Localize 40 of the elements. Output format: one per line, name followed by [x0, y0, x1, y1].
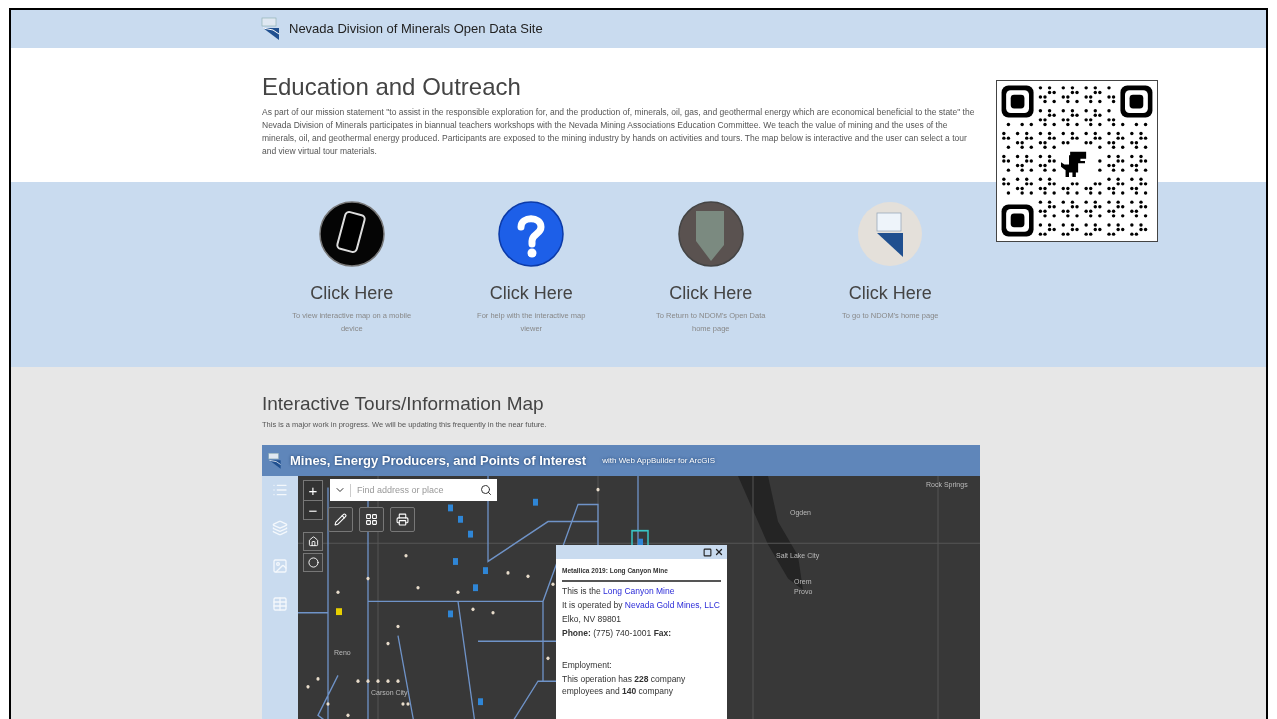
popup-link[interactable]: Nevada Gold Mines, LLC [624, 600, 720, 611]
home-button[interactable] [303, 532, 323, 552]
intro-paragraph: As part of our mission statement "to assist in the responsible exploration for, and the production of, minerals, oil, gas, and geothermal energy which are economical beneficial to the state" the Nevada Division of Minerals participates in biannual teachers workshops with the Nevada Mining Associations Education Committee. We teach the value of mining and the uses of the minerals, oil, and geothermal energy produced. Participants are exposed to the mining industry by hands on activities and tours. The map below is interactive and the user can select a tour and view virtual tour materials. [262, 106, 976, 158]
popup-text: This is the Long Canyon Mine [562, 585, 676, 598]
map-app-title: Mines, Energy Producers, and Points of Interest [290, 452, 587, 470]
section-heading: Education and Outreach [262, 72, 522, 102]
zoom-out-button[interactable]: − [304, 500, 322, 520]
print-button[interactable] [390, 507, 415, 533]
maximize-icon[interactable] [703, 547, 712, 557]
popup-text: Elko, NV 89801 [562, 613, 623, 626]
measure-tool-button[interactable] [328, 507, 353, 533]
click-here-link[interactable]: Click Here [848, 282, 932, 304]
click-here-link[interactable]: Click Here [489, 282, 573, 304]
nevada-logo-icon[interactable] [857, 201, 924, 267]
popup-text: Employment: [562, 659, 613, 672]
photo-placeholder[interactable] [677, 201, 744, 267]
popup-text: It is operated by Nevada Gold Mines, LLC [562, 599, 721, 612]
section-heading: Interactive Tours/Information Map [262, 392, 545, 416]
click-here-link[interactable]: Click Here [669, 282, 753, 304]
zoom-in-button[interactable]: + [304, 481, 322, 501]
click-here-link[interactable]: Click Here [310, 282, 394, 304]
phone-icon[interactable] [318, 201, 385, 267]
grid-icon [365, 513, 378, 527]
popup-link[interactable]: Long Canyon Mine [603, 586, 675, 597]
nevada-logo-icon [268, 451, 282, 470]
search-icon[interactable] [480, 484, 492, 497]
search-placeholder: Find address or place [350, 483, 475, 497]
close-icon[interactable] [714, 547, 724, 558]
popup-text: This operation has 228 company employees and 140 company [562, 673, 687, 698]
nevada-logo-icon [261, 17, 281, 41]
printer-icon [396, 513, 409, 527]
site-title[interactable]: Nevada Division of Minerals Open Data Site [289, 19, 543, 39]
help-icon[interactable] [498, 201, 565, 267]
home-icon [307, 536, 319, 548]
popup-text: Phone: (775) 740-1001 Fax: [562, 627, 673, 640]
pencil-icon [334, 513, 347, 527]
locate-button[interactable] [303, 553, 323, 573]
map-app-subtitle: with Web AppBuilder for ArcGIS [602, 454, 715, 467]
basemap-gallery-button[interactable] [359, 507, 384, 533]
circle-icon [307, 557, 319, 569]
